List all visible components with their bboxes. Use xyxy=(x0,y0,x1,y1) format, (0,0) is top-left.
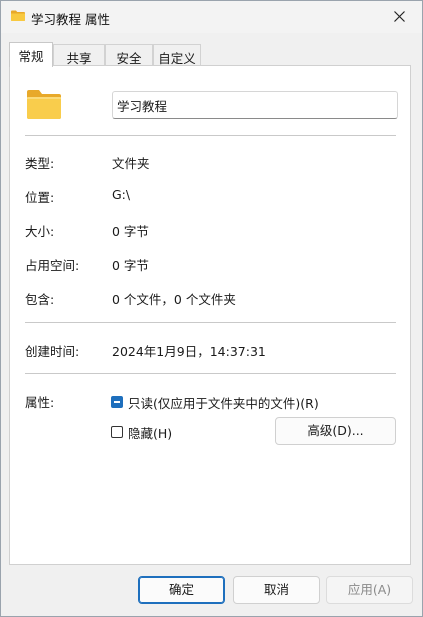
divider xyxy=(25,135,396,136)
hidden-checkbox[interactable] xyxy=(111,426,123,438)
readonly-label[interactable]: 只读(仅应用于文件夹中的文件)(R) xyxy=(128,393,319,412)
cancel-button[interactable]: 取消 xyxy=(233,576,320,604)
tab-security-label: 安全 xyxy=(116,51,142,66)
created-label: 创建时间: xyxy=(25,344,80,359)
hidden-label[interactable]: 隐藏(H) xyxy=(128,423,172,442)
close-button[interactable] xyxy=(378,1,422,33)
dialog-footer: 确定 取消 应用(A) xyxy=(1,566,422,616)
attributes-label: 属性: xyxy=(25,395,55,410)
folder-name-input[interactable] xyxy=(112,91,398,119)
window-title: 学习教程 属性 xyxy=(31,12,110,27)
size-label: 大小: xyxy=(25,224,55,239)
contains-value: 0 个文件，0 个文件夹 xyxy=(112,292,236,307)
divider xyxy=(25,322,396,323)
properties-dialog: 学习教程 属性 常规 共享 安全 自定义 类型: 文件夹 位置: G:\ 大小:… xyxy=(0,0,423,617)
tab-customize[interactable]: 自定义 xyxy=(153,44,201,66)
location-label: 位置: xyxy=(25,190,55,205)
ok-button[interactable]: 确定 xyxy=(138,576,225,604)
created-value: 2024年1月9日，14:37:31 xyxy=(112,344,266,359)
general-panel: 类型: 文件夹 位置: G:\ 大小: 0 字节 占用空间: 0 字节 包含: … xyxy=(9,65,411,565)
contains-label: 包含: xyxy=(25,292,55,307)
size-on-disk-value: 0 字节 xyxy=(112,258,149,273)
size-on-disk-label: 占用空间: xyxy=(25,258,80,273)
apply-button: 应用(A) xyxy=(326,576,413,604)
folder-icon xyxy=(27,90,61,119)
tab-security[interactable]: 安全 xyxy=(105,44,153,66)
type-label: 类型: xyxy=(25,156,55,171)
advanced-button[interactable]: 高级(D)... xyxy=(275,417,396,445)
tab-sharing-label: 共享 xyxy=(66,51,92,66)
folder-icon xyxy=(11,10,25,21)
tab-general[interactable]: 常规 xyxy=(9,42,53,67)
tab-general-label: 常规 xyxy=(18,49,44,64)
readonly-checkbox[interactable] xyxy=(111,396,123,408)
title-bar[interactable]: 学习教程 属性 xyxy=(1,1,422,33)
location-value: G:\ xyxy=(112,187,131,202)
tab-customize-label: 自定义 xyxy=(158,51,196,66)
tab-sharing[interactable]: 共享 xyxy=(53,44,105,66)
type-value: 文件夹 xyxy=(112,156,150,171)
size-value: 0 字节 xyxy=(112,224,149,239)
divider xyxy=(25,373,396,374)
close-icon xyxy=(394,11,405,22)
